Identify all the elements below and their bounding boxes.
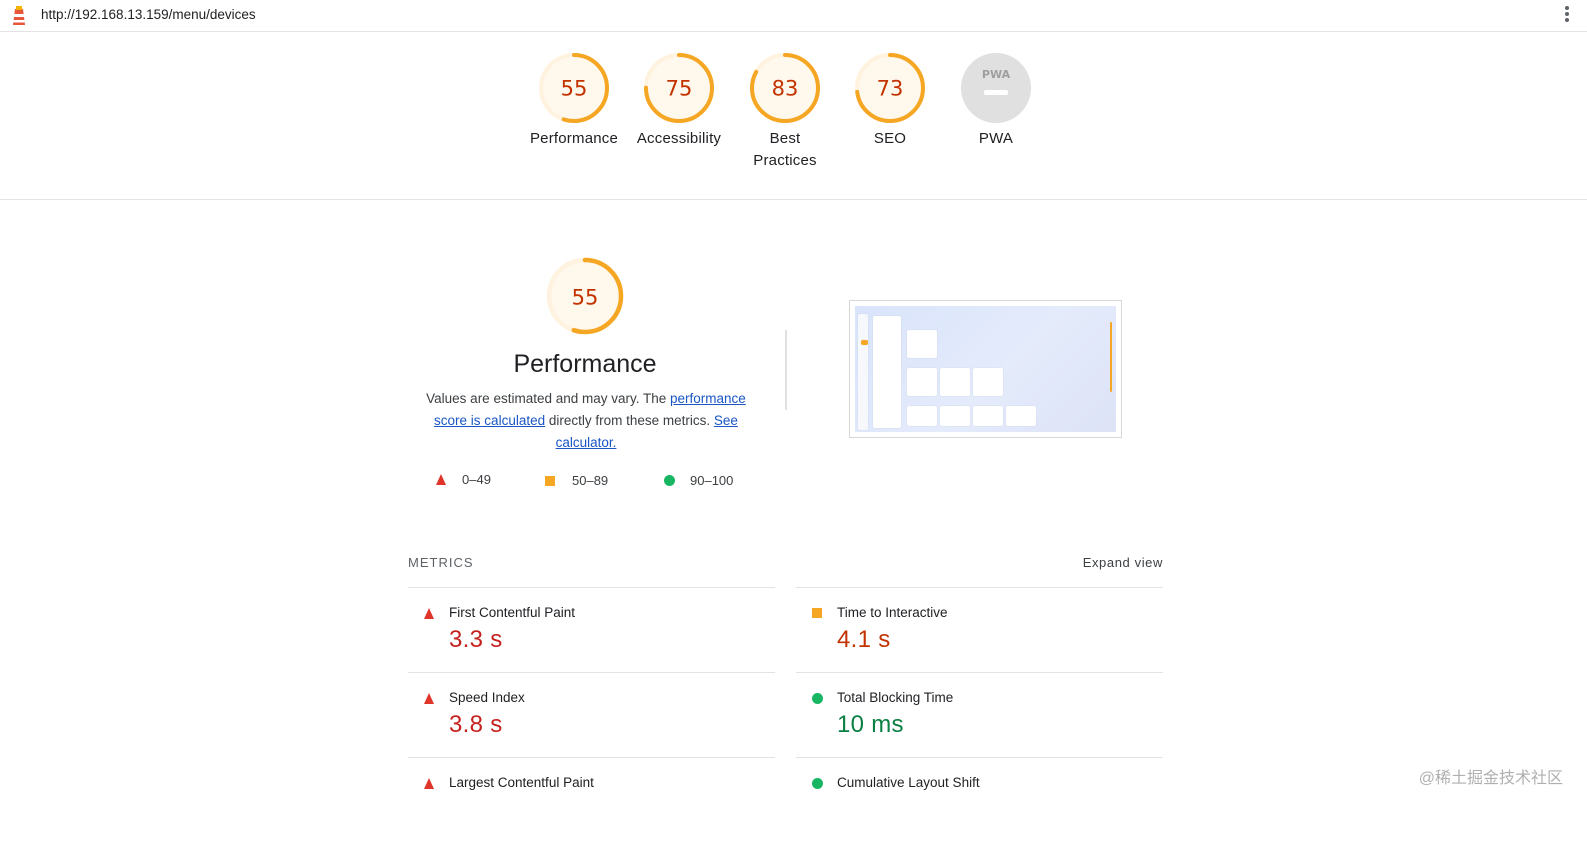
metric-row: Total Blocking Time 10 ms (796, 672, 1163, 757)
desc-text: directly from these metrics. (545, 413, 714, 428)
metric-name: Speed Index (449, 690, 525, 705)
metric-row: Time to Interactive 4.1 s (796, 587, 1163, 672)
fail-triangle-icon (424, 778, 434, 789)
gauge-best-practices[interactable]: 83 Best Practices (732, 52, 838, 172)
metric-row: First Contentful Paint 3.3 s (408, 587, 775, 672)
metrics-header: METRICS Expand view (408, 555, 1163, 570)
page-url[interactable]: http://192.168.13.159/menu/devices (41, 7, 256, 22)
gauge-label: Accessibility (636, 130, 722, 147)
performance-description: Values are estimated and may vary. The p… (412, 388, 760, 454)
score-gauge-ring: 75 (644, 53, 714, 123)
score-gauge-ring: 83 (750, 53, 820, 123)
legend-label: 0–49 (462, 472, 491, 487)
metric-value: 10 ms (837, 711, 904, 738)
final-screenshot-thumbnail[interactable] (849, 300, 1122, 438)
metric-value: 3.8 s (449, 711, 503, 738)
kebab-menu-icon[interactable] (1564, 6, 1570, 26)
score-value: 75 (666, 77, 693, 101)
metric-name: First Contentful Paint (449, 605, 576, 620)
desc-text: Values are estimated and may vary. The (426, 391, 671, 406)
metric-value: 4.1 s (837, 626, 891, 653)
score-value: 55 (561, 77, 588, 101)
legend-fail: 0–49 (436, 472, 491, 487)
expand-view-button[interactable]: Expand view (1083, 555, 1163, 570)
gauge-label: PWA (978, 130, 1014, 147)
gauge-label: Best Practices (753, 130, 817, 169)
metric-name: Largest Contentful Paint (449, 775, 594, 790)
metric-row: Speed Index 3.8 s (408, 672, 775, 757)
metric-value: 3.3 s (449, 626, 503, 653)
fail-triangle-icon (424, 693, 434, 704)
score-value: 73 (877, 77, 904, 101)
square-icon (545, 475, 555, 486)
average-square-icon (812, 608, 822, 618)
metrics-title: METRICS (408, 555, 474, 570)
pass-circle-icon (812, 693, 823, 704)
pass-circle-icon (812, 778, 823, 789)
category-gauges: 55 Performance 75 Accessibility 83 Best Pra… (0, 52, 1587, 200)
watermark: @稀土掘金技术社区 (1418, 770, 1563, 787)
gauge-seo[interactable]: 73 SEO (837, 52, 943, 150)
legend-pass: 90–100 (664, 473, 733, 488)
score-value: 55 (572, 285, 599, 309)
metric-name: Total Blocking Time (837, 690, 954, 705)
section-divider (785, 330, 787, 410)
legend-average: 50–89 (545, 473, 608, 488)
score-value: 83 (772, 77, 799, 101)
legend-label: 50–89 (572, 473, 609, 488)
gauge-accessibility[interactable]: 75 Accessibility (626, 52, 732, 150)
triangle-icon (436, 474, 446, 485)
lighthouse-icon (13, 6, 25, 25)
svg-text:PWA: PWA (982, 68, 1011, 81)
performance-title: Performance (513, 350, 657, 378)
metric-name: Cumulative Layout Shift (837, 775, 980, 790)
metric-name: Time to Interactive (837, 605, 948, 620)
url-bar: http://192.168.13.159/menu/devices (0, 0, 1587, 32)
performance-score-gauge: 55 (545, 256, 625, 341)
thumbnail-image (855, 306, 1116, 432)
score-gauge-ring: 55 (539, 53, 609, 123)
score-gauge-ring: 73 (855, 53, 925, 123)
gauge-pwa[interactable]: PWA PWA (943, 52, 1049, 150)
gauge-performance[interactable]: 55 Performance (521, 52, 627, 150)
gauge-label: Performance (529, 130, 619, 147)
legend-label: 90–100 (690, 473, 734, 488)
metrics-left-column: First Contentful Paint 3.3 s Speed Index 3.… (408, 587, 775, 842)
pwa-icon: PWA (961, 53, 1031, 123)
metric-row: Cumulative Layout Shift (796, 757, 1163, 842)
gauge-label: SEO (873, 130, 907, 147)
fail-triangle-icon (424, 608, 434, 619)
score-gauge-ring: 55 (546, 257, 624, 335)
metrics-right-column: Time to Interactive 4.1 s Total Blocking T… (796, 587, 1163, 842)
metric-row: Largest Contentful Paint (408, 757, 775, 842)
circle-icon (664, 475, 675, 486)
